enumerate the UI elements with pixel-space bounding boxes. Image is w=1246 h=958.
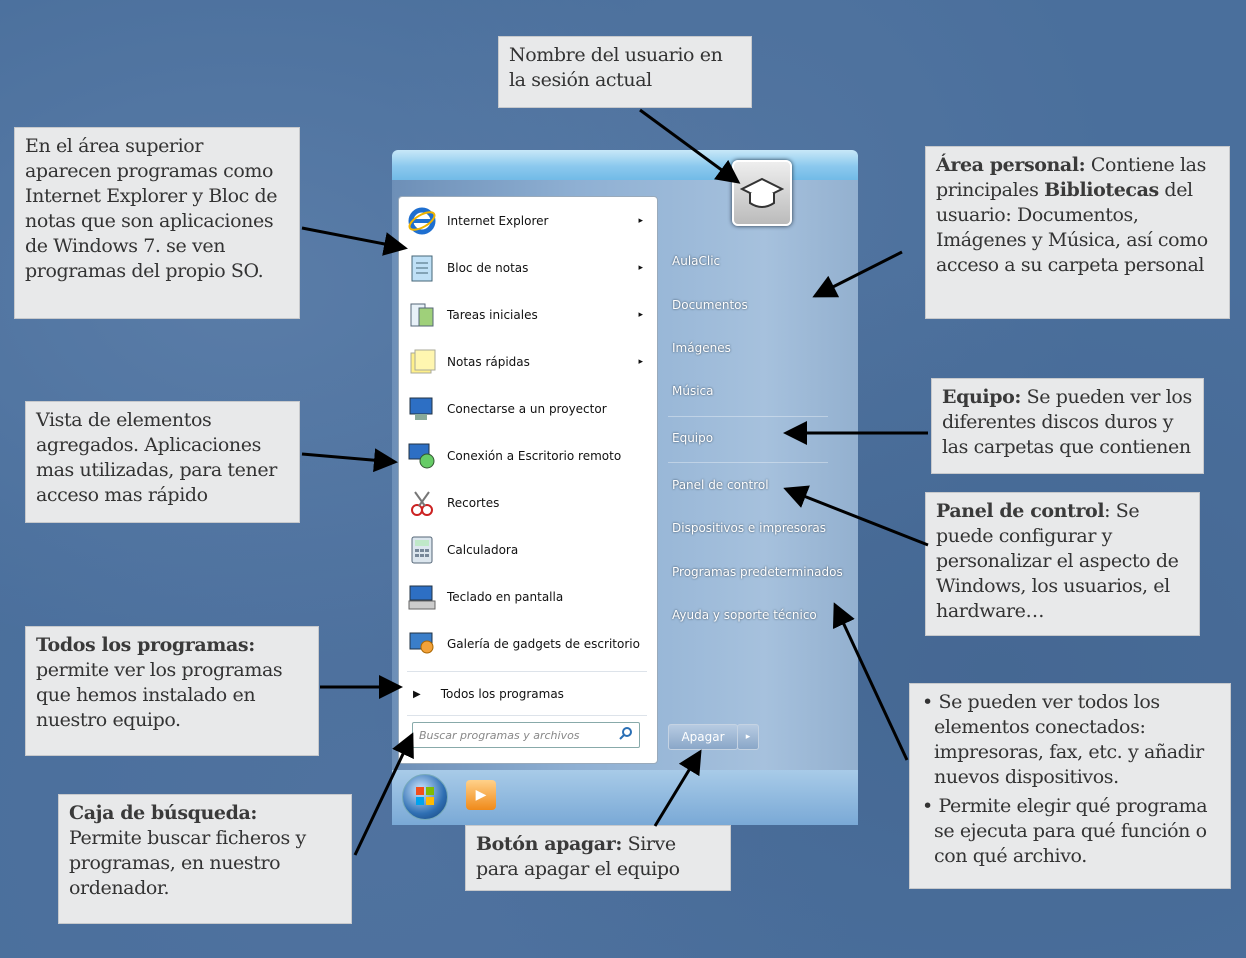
divider (407, 715, 647, 716)
callout-text: Nombre del usuario en la sesión actual (509, 44, 723, 91)
divider (668, 462, 828, 463)
arrow-vista (301, 448, 398, 473)
callout-text: permite ver los programas que hemos inst… (36, 659, 283, 731)
callout-title: Equipo: (942, 386, 1021, 408)
program-label: Recortes (447, 496, 500, 510)
program-label: Tareas iniciales (447, 308, 538, 322)
program-label: Galería de gadgets de escritorio (447, 637, 640, 651)
right-item-documentos[interactable]: Documentos (672, 298, 748, 312)
program-tareas-iniciales[interactable]: Tareas iniciales ▸ (405, 293, 653, 337)
callout-area-personal: Área personal: Contiene las principales … (925, 146, 1230, 319)
user-avatar[interactable] (732, 160, 792, 226)
submenu-arrow-icon: ▸ (638, 357, 643, 367)
arrow-superior (301, 226, 408, 256)
program-conectarse-proyector[interactable]: Conectarse a un proyector (405, 387, 653, 431)
program-galeria-gadgets[interactable]: Galería de gadgets de escritorio (405, 622, 653, 666)
right-item-dispositivos[interactable]: Dispositivos e impresoras (672, 521, 826, 535)
graduation-cap-icon (740, 177, 784, 208)
play-arrow-icon: ▶ (413, 688, 421, 700)
program-label: Internet Explorer (447, 214, 549, 228)
submenu-arrow-icon: ▸ (638, 216, 643, 226)
right-item-musica[interactable]: Música (672, 384, 714, 398)
callout-dispositivos: • Se pueden ver todos los elementos cone… (909, 683, 1231, 889)
callout-todos-programas: Todos los programas: permite ver los pro… (25, 626, 319, 756)
right-item-imagenes[interactable]: Imágenes (672, 341, 731, 355)
callout-boton-apagar: Botón apagar: Sirve para apagar el equip… (465, 825, 731, 891)
right-item-equipo[interactable]: Equipo (672, 431, 713, 445)
right-item-programas-predeterminados[interactable]: Programas predeterminados (672, 565, 843, 579)
bullet-item: • Se pueden ver todos los elementos cone… (922, 691, 1204, 788)
callout-text: Permite buscar ficheros y programas, en … (69, 827, 306, 899)
program-recortes[interactable]: Recortes (405, 481, 653, 525)
submenu-arrow-icon: ▸ (638, 263, 643, 273)
callout-bold: Bibliotecas (1044, 179, 1159, 201)
callout-text: En el área superior aparecen programas c… (25, 135, 278, 282)
callout-text: Vista de elementos agregados. Aplicacion… (36, 409, 277, 506)
callout-area-superior: En el área superior aparecen programas c… (14, 127, 300, 319)
program-label: Bloc de notas (447, 261, 529, 275)
search-placeholder: Buscar programas y archivos (419, 728, 580, 742)
calculator-icon (405, 533, 439, 567)
program-label: Notas rápidas (447, 355, 530, 369)
submenu-arrow-icon: ▸ (638, 310, 643, 320)
gadgets-icon (405, 627, 439, 661)
snipping-tool-icon (405, 486, 439, 520)
callout-title: Panel de control (936, 500, 1105, 522)
getting-started-icon (405, 298, 439, 332)
shutdown-options-button[interactable]: ▸ (737, 724, 759, 750)
right-item-aulaclic[interactable]: AulaClic (672, 254, 720, 268)
shutdown-button[interactable]: Apagar (668, 724, 738, 750)
bullet-item: • Permite elegir qué programa se ejecuta… (922, 795, 1208, 867)
program-label: Calculadora (447, 543, 519, 557)
program-label: Conectarse a un proyector (447, 402, 607, 416)
callout-title: Todos los programas: (36, 634, 255, 656)
divider (668, 416, 828, 417)
taskbar: ▶ (392, 770, 858, 825)
projector-icon (405, 392, 439, 426)
program-notas-rapidas[interactable]: Notas rápidas ▸ (405, 340, 653, 384)
right-item-ayuda[interactable]: Ayuda y soporte técnico (672, 608, 817, 622)
start-orb-button[interactable] (402, 774, 448, 820)
ie-icon (405, 204, 439, 238)
bullet-text: Se pueden ver todos los elementos conect… (934, 691, 1204, 788)
callout-busqueda: Caja de búsqueda: Permite buscar fichero… (58, 794, 352, 924)
keyboard-icon (405, 580, 439, 614)
media-player-icon[interactable]: ▶ (466, 780, 496, 810)
callout-equipo: Equipo: Se pueden ver los diferentes dis… (931, 378, 1204, 474)
callout-usuario: Nombre del usuario en la sesión actual (498, 36, 752, 108)
all-programs-label: Todos los programas (440, 687, 564, 701)
notepad-icon (405, 251, 439, 285)
program-internet-explorer[interactable]: Internet Explorer ▸ (405, 199, 653, 243)
windows-logo-icon (416, 787, 434, 805)
callout-vista-elementos: Vista de elementos agregados. Aplicacion… (25, 401, 300, 523)
bullet-text: Permite elegir qué programa se ejecuta p… (934, 795, 1208, 867)
program-label: Conexión a Escritorio remoto (447, 449, 622, 463)
callout-panel-control: Panel de control: Se puede configurar y … (925, 492, 1200, 636)
program-bloc-de-notas[interactable]: Bloc de notas ▸ (405, 246, 653, 290)
callout-title: Área personal: (936, 154, 1086, 176)
program-teclado-pantalla[interactable]: Teclado en pantalla (405, 575, 653, 619)
remote-desktop-icon (405, 439, 439, 473)
sticky-notes-icon (405, 345, 439, 379)
programs-pane: Internet Explorer ▸ Bloc de notas ▸ Tare… (398, 196, 658, 764)
search-icon (619, 726, 633, 744)
start-menu: Internet Explorer ▸ Bloc de notas ▸ Tare… (392, 150, 858, 825)
program-label: Teclado en pantalla (447, 590, 564, 604)
all-programs-button[interactable]: ▶ Todos los programas (413, 672, 661, 716)
callout-title: Botón apagar: (476, 833, 622, 855)
callout-title: Caja de búsqueda: (69, 802, 258, 824)
search-input[interactable]: Buscar programas y archivos (412, 722, 640, 748)
program-escritorio-remoto[interactable]: Conexión a Escritorio remoto (405, 434, 653, 478)
program-calculadora[interactable]: Calculadora (405, 528, 653, 572)
right-item-panel-control[interactable]: Panel de control (672, 478, 769, 492)
